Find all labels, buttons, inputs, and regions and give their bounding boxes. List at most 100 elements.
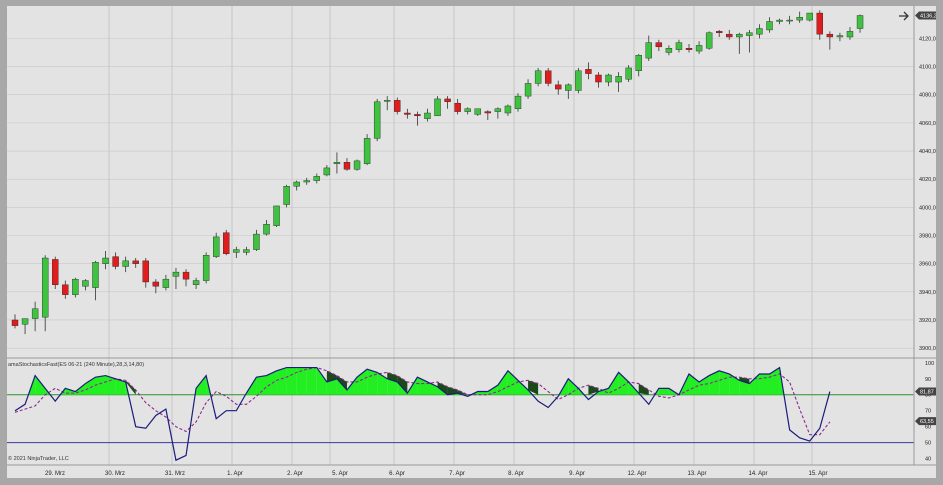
time-axis-label: 5. Apr [332,471,348,477]
candle [585,62,592,80]
arrow-right-icon[interactable] [896,10,910,22]
candle [514,93,522,112]
candle [112,252,119,270]
candle [816,10,823,40]
time-axis[interactable]: 29. Mrz 30. Mrz 31. Mrz 1. Apr 2. Apr 5. Apr 6… [45,471,828,477]
price-candlestick-series [11,10,864,335]
candle [192,277,200,290]
candle [565,83,572,99]
candle [746,29,753,53]
time-axis-label: 14. Apr [748,471,767,477]
chart-gridlines [7,6,914,465]
candle [182,269,190,287]
overbought-fill-segment [658,388,669,395]
indicator-axis-label: 90 [925,377,931,383]
candle [464,107,471,115]
candle [243,246,250,256]
candle [655,39,663,52]
overbought-fill-segment [769,367,780,395]
candle [806,12,813,22]
candle [394,97,401,115]
candle [625,65,632,83]
candle [363,134,371,166]
candle [404,108,411,119]
overbought-fill-segment [316,367,327,395]
candle [223,229,230,256]
candle [162,274,170,291]
price-axis-label: 4120,00 [919,36,936,42]
candle [856,14,864,33]
chart-canvas[interactable]: 4120,00 4100,00 4080,00 4060,00 4040,00 4020,… [7,6,940,478]
candle [11,314,19,329]
candle [836,32,844,42]
candle [544,67,552,87]
copyright-label: © 2021 NinjaTrader, LLC [8,455,69,462]
price-axis[interactable]: 4120,00 4100,00 4080,00 4060,00 4040,00 4020,… [919,36,939,352]
candle [796,11,803,23]
time-axis-label: 30. Mrz [105,471,125,477]
candle [705,31,713,50]
candle [766,17,773,33]
candle [716,29,723,37]
time-axis-label: 8. Apr [508,471,524,477]
price-axis-label: 4060,00 [919,121,936,127]
candle [444,96,451,109]
svg-text:4136,25: 4136,25 [920,14,936,20]
time-axis-label: 31. Mrz [165,471,185,477]
candle [303,177,310,185]
candle [826,31,834,50]
time-axis-label: 7. Apr [449,471,465,477]
price-axis-label: 4040,00 [919,149,936,155]
candle [695,41,703,54]
price-axis-label: 4080,00 [919,93,936,99]
candle [615,72,622,92]
candle [504,104,512,116]
overbought-fill-segment [306,367,317,395]
indicator-title: amaStochasticsFast(ES 06-21 (240 Minute)… [8,362,144,368]
candle [635,53,642,77]
candle [675,39,683,53]
time-axis-label: 12. Apr [627,471,646,477]
candle [494,107,502,119]
candle [293,180,300,191]
candle [424,108,431,122]
indicator-axis[interactable]: 100908070605040 [925,361,934,463]
last-price-tag: 4136,25 [915,11,940,20]
candle [524,79,532,99]
price-axis-label: 3980,00 [919,234,936,240]
candle [313,173,320,184]
indicator-axis-label: 60 [925,425,931,431]
candle [605,73,612,87]
candle [102,250,109,270]
candle [333,152,341,174]
candle [132,258,139,268]
candle [685,44,693,53]
candle [373,98,381,142]
candle [273,205,280,228]
time-axis-label: 15. Apr [808,471,827,477]
candle [484,110,492,121]
svg-text:63,55: 63,55 [920,419,934,425]
stochastic-k-value-tag: 81,87 [915,387,936,396]
indicator-axis-label: 50 [925,441,931,447]
indicator-axis-label: 70 [925,409,931,415]
overbought-fill-segment [296,367,307,395]
candle [202,252,210,284]
candle [172,267,180,290]
candle [62,280,69,299]
indicator-axis-label: 100 [925,361,934,367]
candle [31,301,39,332]
candle [323,165,331,177]
candle [665,45,673,56]
time-axis-label: 29. Mrz [45,471,65,477]
candle [233,246,240,259]
candle [72,277,79,298]
candle [736,32,743,54]
candle [82,279,89,291]
candle [474,108,481,116]
candle [786,15,793,25]
price-axis-label: 3940,00 [919,290,936,296]
price-axis-label: 4100,00 [919,65,936,71]
overbought-fill-segment [618,372,629,395]
time-axis-label: 13. Apr [687,471,706,477]
